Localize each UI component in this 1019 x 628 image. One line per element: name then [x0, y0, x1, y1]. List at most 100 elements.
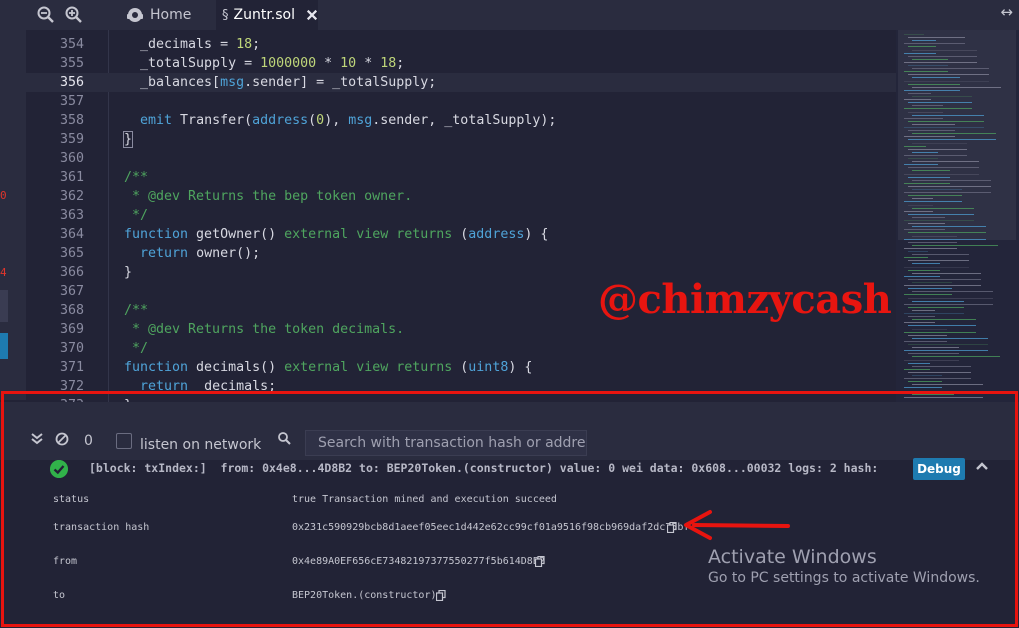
pending-tx-count: 0 — [84, 433, 93, 449]
row-value: 0x4e89A0EF656cE73482197377550277f5b614D8… — [292, 556, 545, 567]
minimap-line — [912, 263, 940, 265]
minimap-line — [912, 179, 991, 181]
terminal-toolbar: 0 listen on network — [0, 424, 1019, 460]
copy-icon[interactable] — [436, 590, 446, 601]
minimap-line — [908, 297, 993, 299]
tx-log-entry[interactable]: [block: txIndex:] from: 0x4e8...4D8B2 to… — [0, 460, 1019, 482]
minimap-line — [904, 322, 935, 324]
tab-home[interactable]: Home — [126, 0, 214, 30]
row-value: 0x231c590929bcb8d1aeef05eec1d442e62cc99c… — [292, 522, 690, 533]
clear-console-icon[interactable] — [55, 432, 69, 450]
windows-activation-notice: Activate Windows Go to PC settings to ac… — [708, 546, 980, 586]
minimap-line — [912, 142, 967, 144]
code-line[interactable]: 354 _decimals = 18; — [26, 35, 896, 54]
minimap-line — [904, 89, 960, 91]
tx-search-input[interactable] — [305, 430, 587, 456]
code-line[interactable]: 372 return _decimals; — [26, 377, 896, 396]
line-number: 369 — [59, 322, 84, 337]
minimap-line — [908, 251, 928, 252]
minimap-line — [908, 344, 988, 345]
minimap-line — [904, 43, 965, 45]
row-value: BEP20Token.(constructor) — [292, 590, 437, 601]
minimap-line — [912, 282, 952, 283]
minimap-line — [908, 371, 971, 373]
minimap-line — [904, 154, 967, 156]
minimap-line — [904, 294, 952, 296]
zoom-out-icon[interactable] — [36, 5, 56, 25]
panel-block — [0, 290, 8, 322]
close-tab-icon[interactable] — [306, 8, 318, 22]
terminal-resize-bar[interactable] — [0, 402, 1019, 424]
code-line[interactable]: 365 return owner(); — [26, 244, 896, 263]
minimap-line — [904, 52, 936, 54]
line-number: 357 — [59, 94, 84, 109]
red-arrow-annotation — [684, 510, 790, 540]
minimap-line — [908, 102, 972, 104]
code-line[interactable]: 371 function decimals() external view ret… — [26, 358, 896, 377]
code-line[interactable]: 361 /** — [26, 168, 896, 187]
code-line[interactable]: 360 — [26, 149, 896, 168]
minimap-line — [912, 375, 942, 376]
code-editor[interactable]: 354 _decimals = 18; 355 _totalSupply = 10… — [26, 30, 896, 402]
minimap-line — [908, 306, 964, 308]
tab-zuntr-sol[interactable]: § Zuntr.sol — [216, 0, 318, 30]
minimap-line — [908, 204, 933, 206]
code-line[interactable]: 362 * @dev Returns the bep token owner. — [26, 187, 896, 206]
minimap-line — [908, 223, 945, 225]
minimap-line — [912, 114, 984, 116]
minimap-line — [908, 362, 930, 364]
minimap-line — [904, 210, 933, 212]
code-line[interactable]: 370 */ — [26, 339, 896, 358]
minimap-line — [912, 189, 962, 190]
panel-button-edge[interactable] — [0, 333, 8, 359]
side-panel-edge: 0 4 — [0, 0, 26, 400]
minimap-line — [904, 247, 957, 249]
minimap-line — [908, 381, 942, 383]
minimap-line — [908, 334, 947, 336]
code-line[interactable]: 359} — [26, 130, 896, 149]
chevron-double-down-icon[interactable] — [30, 432, 44, 450]
code-line[interactable]: 355 _totalSupply = 1000000 * 10 * 18; — [26, 54, 896, 73]
code-line[interactable]: 364 function getOwner() external view ret… — [26, 225, 896, 244]
minimap-line — [904, 164, 938, 166]
debug-button[interactable]: Debug — [913, 458, 965, 480]
code-line[interactable]: 356 _balances[msg.sender] = _totalSupply… — [26, 73, 896, 92]
copy-icon[interactable] — [535, 556, 545, 567]
line-code: function getOwner() external view return… — [124, 227, 549, 242]
minimap-line — [908, 325, 976, 327]
minimap-line — [908, 269, 940, 271]
row-value: true Transaction mined and execution suc… — [292, 494, 557, 505]
minimap-line — [904, 238, 986, 240]
minimap-line — [908, 288, 952, 290]
minimap-line — [904, 201, 962, 203]
code-line[interactable]: 357 — [26, 92, 896, 111]
activation-subtitle: Go to PC settings to activate Windows. — [708, 570, 980, 586]
code-line[interactable]: 358 emit Transfer(address(0), msg.sender… — [26, 111, 896, 130]
minimap-line — [904, 331, 976, 333]
minimap-line — [904, 229, 945, 231]
remix-home-icon — [127, 8, 143, 22]
copy-icon[interactable] — [667, 522, 677, 533]
line-number: 358 — [59, 113, 84, 128]
line-number: 354 — [59, 37, 84, 52]
code-line[interactable]: 363 */ — [26, 206, 896, 225]
minimap-line — [912, 384, 983, 386]
minimap-line — [912, 356, 1000, 358]
minimap-line — [908, 120, 984, 122]
minimap-line — [912, 226, 986, 228]
watermark-text: @chimzycash — [598, 276, 892, 323]
line-code: */ — [124, 341, 149, 356]
minimap-line — [908, 55, 977, 57]
minimap-line — [912, 40, 936, 42]
expand-panel-icon[interactable]: ↔ — [1000, 3, 1013, 21]
line-number: 364 — [59, 227, 84, 242]
minimap-line — [912, 96, 972, 97]
zoom-in-icon[interactable] — [64, 5, 84, 25]
row-key: from — [53, 556, 78, 567]
minimap-line — [908, 37, 965, 39]
minimap-line — [904, 266, 969, 268]
listen-network-checkbox[interactable] — [116, 433, 132, 449]
minimap[interactable] — [896, 30, 1019, 402]
minimap-line — [908, 46, 936, 48]
chevron-up-icon[interactable] — [974, 458, 990, 474]
